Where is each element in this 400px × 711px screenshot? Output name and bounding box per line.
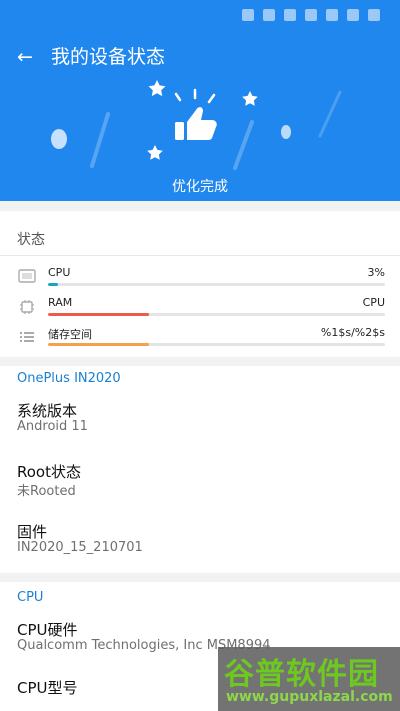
- storage-list-icon: [20, 332, 34, 342]
- resource-row-storage: 储存空间 %1$s/%2$s: [0, 326, 400, 354]
- info-title: CPU硬件: [17, 621, 78, 639]
- star-icon: [242, 91, 258, 106]
- progress-fill: [48, 343, 150, 346]
- display-icon: [18, 269, 36, 283]
- section-spacer: [0, 357, 400, 366]
- chip-icon: [20, 300, 34, 314]
- notification-icon: [242, 9, 254, 21]
- info-title: 系统版本: [17, 402, 78, 420]
- arrow-left-icon: ←: [17, 46, 33, 68]
- back-button[interactable]: ←: [12, 44, 38, 70]
- vibrate-icon: [305, 9, 317, 21]
- info-value: Android 11: [17, 419, 88, 434]
- section-spacer: [0, 201, 400, 211]
- header-banner: ← 我的设备状态 优化完成: [0, 34, 400, 201]
- info-title: CPU型号: [17, 679, 78, 697]
- optimization-status: 优化完成: [172, 179, 228, 195]
- star-icon: [147, 145, 163, 160]
- resource-label: CPU: [48, 266, 71, 279]
- status-icons: [242, 9, 380, 21]
- signal-icon: [347, 9, 359, 21]
- resource-value: 3%: [367, 266, 385, 279]
- battery-icon: [368, 9, 380, 21]
- system-status-bar: [0, 0, 400, 34]
- info-title: 固件: [17, 523, 48, 541]
- page-title: 我的设备状态: [51, 46, 166, 68]
- nfc-icon: [284, 9, 296, 21]
- alarm-icon: [263, 9, 275, 21]
- watermark-logo-text: 谷普软件园: [224, 657, 379, 692]
- site-watermark: 谷普软件园 www.gupuxlazal.com: [218, 647, 400, 711]
- info-value: 未Rooted: [17, 484, 76, 499]
- watermark-url: www.gupuxlazal.com: [226, 689, 393, 705]
- wifi-icon: [326, 9, 338, 21]
- info-title: Root状态: [17, 463, 81, 481]
- device-group-title: OnePlus IN2020: [17, 371, 121, 386]
- status-heading: 状态: [17, 232, 45, 248]
- resource-value: CPU: [362, 296, 385, 309]
- resource-label: 储存空间: [48, 328, 92, 341]
- progress-track: [48, 313, 385, 316]
- progress-fill: [48, 283, 59, 286]
- progress-track: [48, 343, 385, 346]
- progress-fill: [48, 313, 150, 316]
- info-value: IN2020_15_210701: [17, 540, 143, 555]
- divider: [0, 255, 400, 256]
- cpu-group-title: CPU: [17, 590, 44, 605]
- section-spacer: [0, 573, 400, 582]
- thumbs-up-icon: [175, 107, 217, 140]
- resource-row-ram: RAM CPU: [0, 296, 400, 324]
- progress-track: [48, 283, 385, 286]
- resource-value: %1$s/%2$s: [320, 326, 385, 339]
- resource-label: RAM: [48, 296, 73, 309]
- star-icon: [148, 80, 166, 97]
- resource-row-cpu: CPU 3%: [0, 266, 400, 294]
